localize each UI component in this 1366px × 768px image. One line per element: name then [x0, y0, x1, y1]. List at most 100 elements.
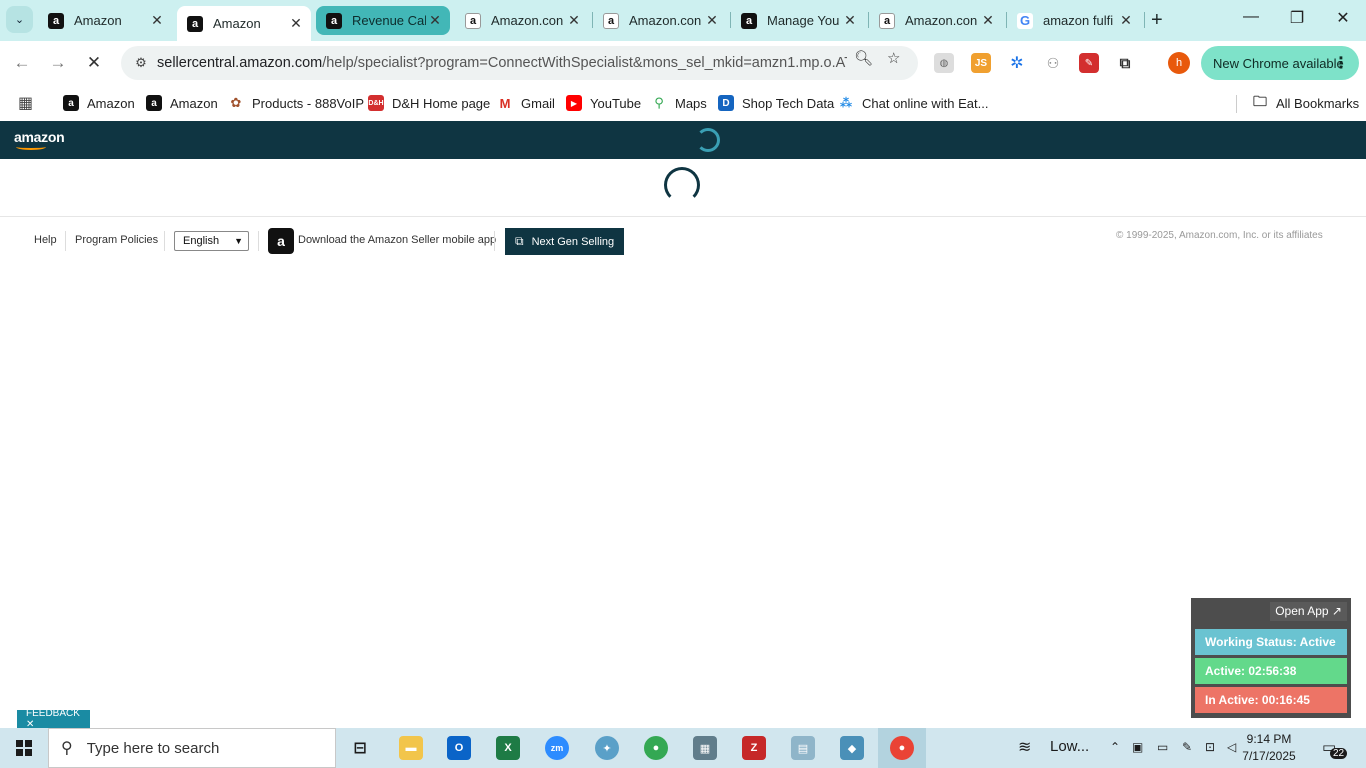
bookmarks-bar: ▦ a Amazon a Amazon ✿ Products - 888VoIP…	[0, 85, 1366, 121]
show-hidden-icons-icon[interactable]: ⌃	[1110, 740, 1120, 754]
seller-app-icon[interactable]: a	[268, 228, 294, 254]
chrome-profile-icon[interactable]: ●	[644, 736, 668, 760]
battery-icon[interactable]: ▭	[1157, 740, 1168, 754]
window-close-icon[interactable]: ✕	[1328, 8, 1358, 28]
amazon-logo[interactable]: amazon	[14, 129, 65, 150]
tab-amazon-com-1[interactable]: a Amazon.con ✕	[455, 6, 589, 35]
program-policies-link[interactable]: Program Policies	[75, 234, 158, 246]
restore-icon[interactable]: ❐	[1282, 8, 1312, 28]
calculator-icon[interactable]: ▦	[693, 736, 717, 760]
network-extension-icon[interactable]: ✲	[1007, 53, 1027, 73]
chrome-icon[interactable]: ●	[890, 736, 914, 760]
tab-google-search[interactable]: G amazon fulfi ✕	[1007, 6, 1141, 35]
tab-amazon-active[interactable]: a Amazon ✕	[177, 6, 311, 41]
tab-amazon-com-3[interactable]: a Amazon.con ✕	[869, 6, 1003, 35]
tab-search-button[interactable]: ⌄	[6, 6, 33, 33]
download-app-link[interactable]: Download the Amazon Seller mobile app	[298, 234, 496, 246]
bookmark-star-icon[interactable]: ☆	[887, 49, 900, 67]
tab-revenue-calculator[interactable]: a Revenue Cal ✕	[316, 6, 450, 35]
stop-loading-button[interactable]: ✕	[82, 51, 106, 75]
new-chrome-available-button[interactable]: New Chrome available ⋮	[1201, 46, 1359, 80]
inactive-time-row: In Active: 00:16:45	[1195, 687, 1347, 713]
all-bookmarks-label: All Bookmarks	[1276, 95, 1360, 111]
footer-separator	[65, 231, 66, 251]
tab-amazon-com-2[interactable]: a Amazon.con ✕	[593, 6, 727, 35]
close-icon[interactable]: ✕	[841, 12, 859, 29]
apps-grid-icon[interactable]: ▦	[18, 92, 33, 114]
bookmark-chat-online[interactable]: ⁂ Chat online with Eat...	[838, 92, 988, 114]
back-button[interactable]: ←	[10, 51, 34, 75]
chat-icon: ⁂	[838, 95, 854, 111]
weather-text[interactable]: Low...	[1050, 738, 1089, 755]
google-icon: G	[1017, 12, 1033, 29]
extensions-puzzle-icon[interactable]: ⧉	[1115, 53, 1135, 73]
excel-icon[interactable]: X	[496, 736, 520, 760]
weather-icon[interactable]: ≋	[1018, 737, 1031, 757]
bookmark-dh-home[interactable]: D&H D&H Home page	[368, 92, 490, 114]
page-loading-spinner	[664, 167, 700, 203]
address-bar[interactable]: ⚙ sellercentral.amazon.com/help/speciali…	[121, 46, 918, 80]
bike-extension-icon[interactable]: ⚇	[1043, 53, 1063, 73]
close-icon[interactable]: ✕	[148, 12, 166, 29]
js-extension-icon[interactable]: JS	[971, 53, 991, 73]
all-bookmarks-button[interactable]: 🗀 All Bookmarks	[1252, 92, 1359, 114]
pen-icon[interactable]: ✎	[1182, 740, 1192, 754]
search-icon: ⚲	[61, 740, 73, 757]
bookmark-amazon-1[interactable]: a Amazon	[63, 92, 135, 114]
file-explorer-icon[interactable]: ▬	[399, 736, 423, 760]
pdf-extension-icon[interactable]: ✎	[1079, 53, 1099, 73]
close-icon[interactable]: ✕	[426, 12, 444, 29]
filezilla-icon[interactable]: Z	[742, 736, 766, 760]
zoom-icon[interactable]: zm	[545, 736, 569, 760]
site-info-icon[interactable]: ⚙	[125, 55, 157, 71]
bookmark-label: Products - 888VoIP	[252, 95, 365, 111]
notification-count-badge: 22	[1330, 748, 1348, 759]
open-app-button[interactable]: Open App ↗	[1270, 602, 1347, 621]
voip-icon: ✿	[228, 95, 244, 111]
tech-data-icon: D	[718, 95, 734, 111]
bookmark-maps[interactable]: ⚲ Maps	[651, 92, 707, 114]
close-icon[interactable]: ✕	[287, 15, 305, 32]
footer-separator	[258, 231, 259, 251]
tab-title: Amazon.con	[491, 13, 564, 28]
taskbar-search-box[interactable]: ⚲ Type here to search	[48, 728, 336, 768]
url-text[interactable]: sellercentral.amazon.com/help/specialist…	[157, 55, 847, 71]
minimize-icon[interactable]: —	[1236, 8, 1266, 26]
menu-dots-icon[interactable]: ⋮	[1333, 53, 1349, 73]
feedback-button[interactable]: FEEDBACK ✕	[17, 708, 90, 730]
close-icon[interactable]: ✕	[703, 12, 721, 29]
notepad-icon[interactable]: ▤	[791, 736, 815, 760]
diamond-app-icon[interactable]: ◆	[840, 736, 864, 760]
close-icon[interactable]: ✕	[565, 12, 583, 29]
close-icon[interactable]: ✕	[979, 12, 997, 29]
zoom-search-icon[interactable]: 🔍︎	[854, 49, 873, 67]
satellite-app-icon[interactable]: ✦	[595, 736, 619, 760]
bookmark-888voip[interactable]: ✿ Products - 888VoIP	[228, 92, 364, 114]
help-link[interactable]: Help	[34, 234, 57, 246]
tab-title: amazon fulfi	[1043, 13, 1114, 28]
bookmark-youtube[interactable]: ▶ YouTube	[566, 92, 641, 114]
bookmark-amazon-2[interactable]: a Amazon	[146, 92, 218, 114]
network-icon[interactable]: ⊡	[1205, 740, 1215, 754]
system-clock[interactable]: 9:14 PM 7/17/2025	[1226, 731, 1312, 765]
outlook-icon[interactable]: O	[447, 736, 471, 760]
globe-extension-icon[interactable]: ◍	[934, 53, 954, 73]
forward-button[interactable]: →	[46, 51, 70, 75]
url-path: /help/specialist?program=ConnectWithSpec…	[322, 55, 847, 71]
language-select[interactable]: English ▼	[174, 231, 249, 251]
meet-now-icon[interactable]: ▣	[1132, 740, 1143, 754]
bookmark-gmail[interactable]: M Gmail	[497, 92, 555, 114]
bookmark-shop-tech-data[interactable]: D Shop Tech Data	[718, 92, 834, 114]
start-button[interactable]	[0, 728, 48, 768]
tab-amazon-1[interactable]: a Amazon ✕	[38, 6, 172, 35]
tab-manage-your[interactable]: a Manage You ✕	[731, 6, 865, 35]
close-icon[interactable]: ✕	[1117, 12, 1135, 29]
profile-avatar[interactable]: h	[1168, 52, 1190, 74]
next-gen-selling-button[interactable]: ⧉ Next Gen Selling	[505, 228, 624, 255]
task-view-icon[interactable]: ⊟	[348, 736, 372, 760]
new-tab-button[interactable]: +	[1151, 9, 1163, 32]
language-value: English	[183, 235, 220, 247]
bookmark-label: YouTube	[590, 95, 642, 111]
footer-separator	[494, 231, 495, 251]
amazon-icon: a	[879, 12, 895, 29]
